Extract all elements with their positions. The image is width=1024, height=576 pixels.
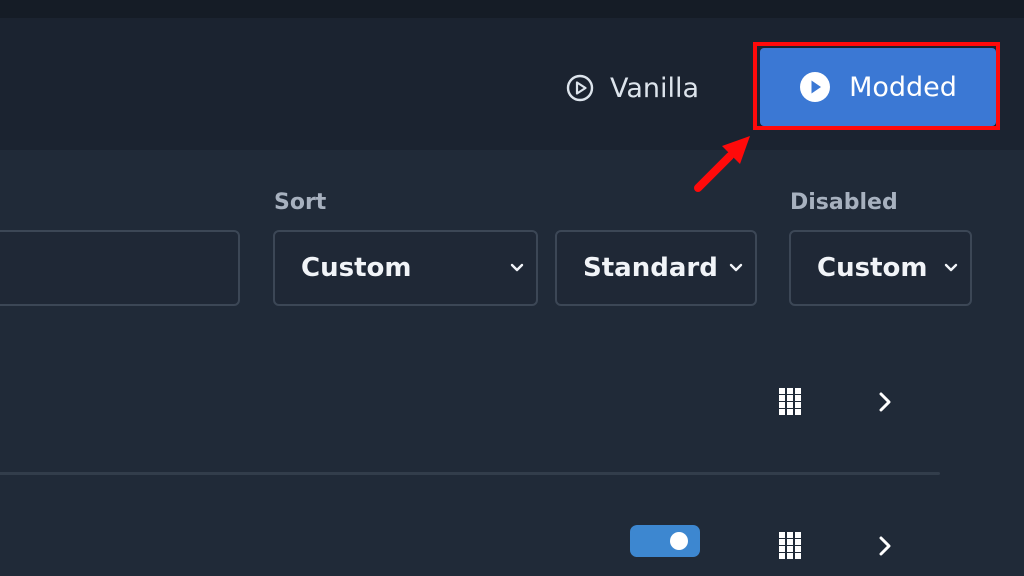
disabled-select[interactable]: Custom <box>789 230 972 306</box>
play-outline-icon <box>566 74 594 102</box>
modded-label: Modded <box>849 71 957 103</box>
toggle-knob <box>670 532 688 550</box>
chevron-right-icon[interactable] <box>878 391 892 413</box>
top-strip <box>0 0 1024 18</box>
grid-icon[interactable] <box>779 388 801 416</box>
grid-icon[interactable] <box>779 532 801 560</box>
sort-select-value: Custom <box>301 253 412 283</box>
pointer-arrow-icon <box>694 136 750 192</box>
chevron-down-icon <box>729 263 743 272</box>
modded-launch-button[interactable]: Modded <box>760 48 996 126</box>
disabled-select-value: Custom <box>817 253 928 283</box>
row-divider <box>0 472 940 475</box>
vanilla-launch-button[interactable]: Vanilla <box>566 68 699 108</box>
type-select[interactable]: Standard <box>555 230 757 306</box>
sort-label: Sort <box>274 190 327 215</box>
chevron-down-icon <box>510 263 524 272</box>
enable-toggle[interactable] <box>630 525 700 557</box>
chevron-right-icon[interactable] <box>878 535 892 557</box>
play-filled-icon <box>800 72 831 102</box>
vanilla-label: Vanilla <box>610 72 700 104</box>
type-select-value: Standard <box>583 253 718 283</box>
sort-select[interactable]: Custom <box>273 230 538 306</box>
disabled-label: Disabled <box>790 190 898 215</box>
search-input[interactable] <box>0 230 240 306</box>
chevron-down-icon <box>944 263 958 272</box>
